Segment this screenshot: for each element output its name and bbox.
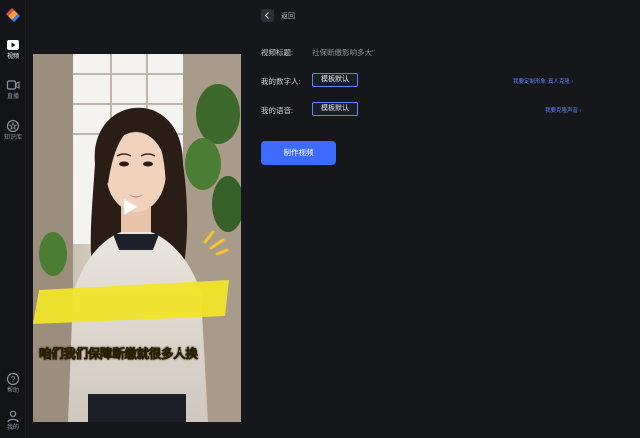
play-icon[interactable]: [118, 196, 140, 218]
back-button[interactable]: [261, 9, 274, 22]
title-value: 社保断缴影响多大": [312, 48, 375, 57]
avatar-template-button[interactable]: 模板默认: [312, 73, 358, 87]
svg-text:?: ?: [11, 375, 16, 384]
user-icon: [7, 410, 19, 423]
sidebar: 视频 直播 知识库 ? 帮助 我的: [0, 0, 26, 438]
sidebar-item-video[interactable]: 视频: [0, 38, 26, 61]
knowledge-icon: [6, 119, 20, 133]
sidebar-item-profile[interactable]: 我的: [0, 409, 26, 432]
sidebar-item-label: 我的: [6, 425, 19, 431]
make-video-button[interactable]: 制作视频: [261, 141, 336, 165]
sidebar-item-help[interactable]: ? 帮助: [0, 372, 26, 395]
video-icon: [7, 40, 19, 50]
video-preview[interactable]: [33, 54, 241, 422]
clone-voice-link[interactable]: 我要克隆声音 ›: [545, 106, 581, 114]
sidebar-item-label: 直播: [6, 94, 19, 100]
custom-avatar-link[interactable]: 我要定制形象·真人克隆 ›: [513, 77, 573, 85]
avatar-label: 我的数字人:: [261, 77, 301, 86]
voice-label: 我的语音:: [261, 106, 294, 115]
app-logo[interactable]: [4, 6, 22, 24]
back-label[interactable]: 返回: [281, 11, 295, 21]
presenter-image: [33, 54, 241, 422]
sidebar-item-label: 视频: [6, 54, 19, 60]
help-icon: ?: [6, 372, 20, 386]
chevron-left-icon: [264, 12, 269, 19]
sidebar-item-label: 知识库: [3, 135, 22, 141]
voice-template-button[interactable]: 模板默认: [312, 102, 358, 116]
sidebar-item-knowledge[interactable]: 知识库: [0, 119, 26, 142]
sidebar-item-label: 帮助: [6, 388, 19, 394]
title-label: 视频标题:: [261, 48, 294, 57]
video-caption: 咱们我们保障断缴就很多人换: [39, 347, 199, 362]
live-icon: [6, 80, 20, 90]
sidebar-item-live[interactable]: 直播: [0, 78, 26, 101]
